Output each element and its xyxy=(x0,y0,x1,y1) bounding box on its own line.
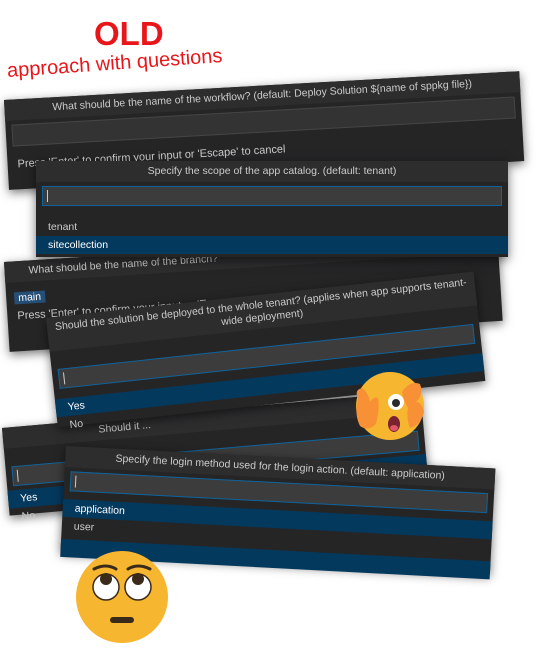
branch-name-value: main xyxy=(13,290,46,305)
scope-option-tenant[interactable]: tenant xyxy=(36,218,508,236)
app-catalog-scope-title: Specify the scope of the app catalog. (d… xyxy=(36,161,508,182)
app-catalog-scope-input[interactable] xyxy=(42,186,502,206)
eye-roll-face-emoji xyxy=(76,551,168,643)
text-caret xyxy=(62,372,66,385)
text-caret xyxy=(47,190,48,202)
peeking-face-emoji xyxy=(356,372,424,440)
scope-option-sitecollection[interactable]: sitecollection xyxy=(36,236,508,254)
text-caret xyxy=(74,475,77,488)
text-caret xyxy=(16,469,19,482)
app-catalog-scope-prompt: Specify the scope of the app catalog. (d… xyxy=(36,161,508,257)
